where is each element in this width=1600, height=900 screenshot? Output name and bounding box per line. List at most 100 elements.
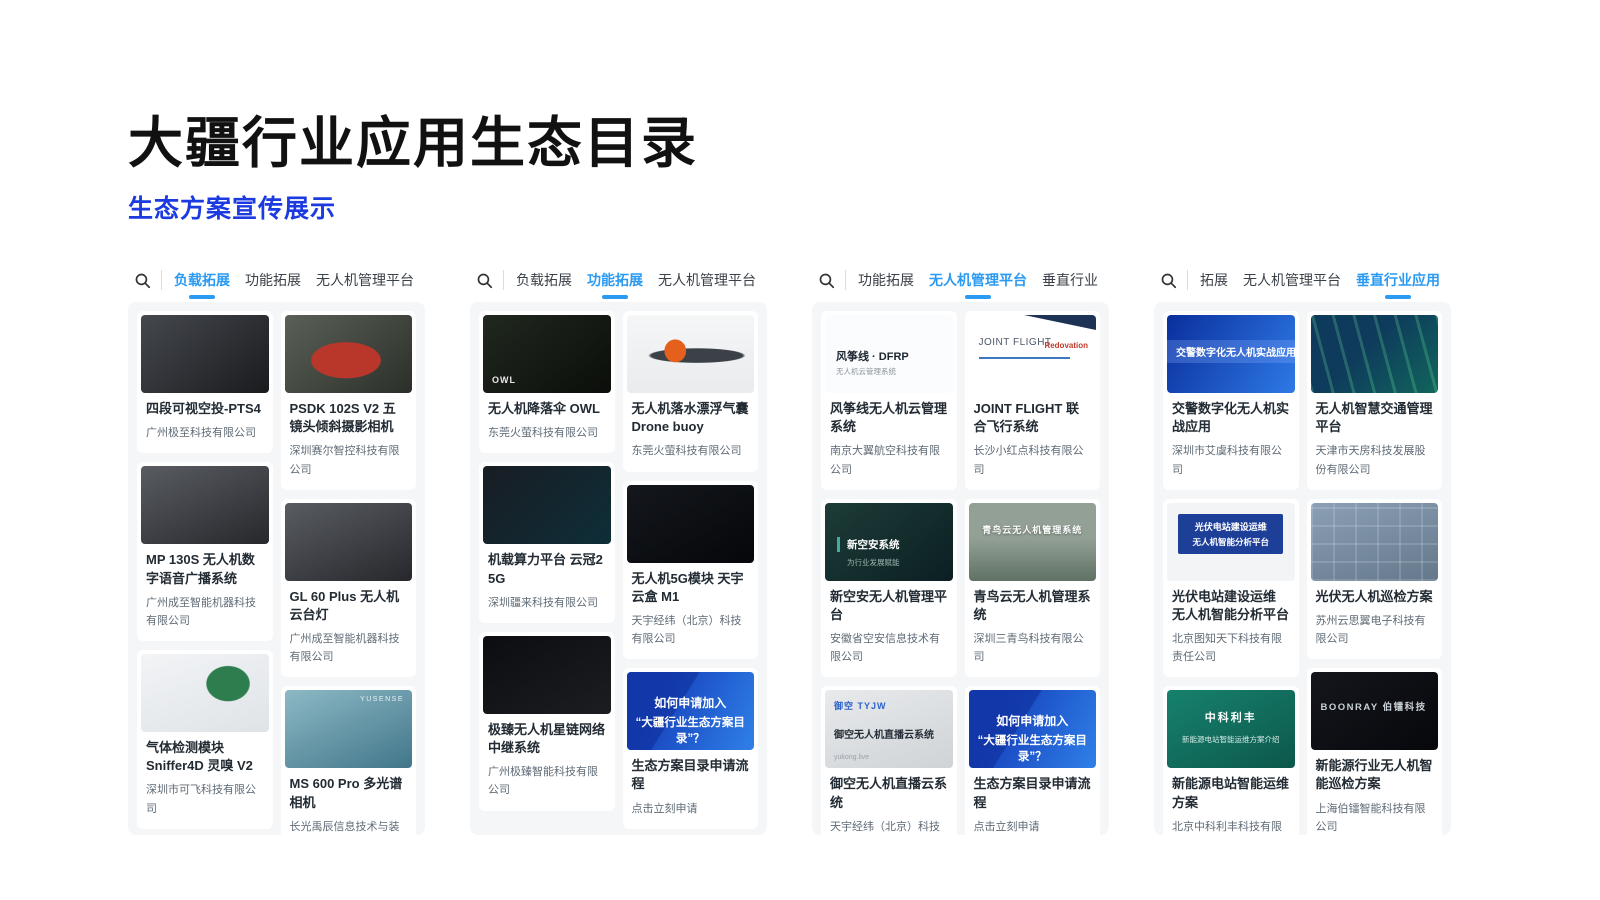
product-image <box>141 466 269 544</box>
image-logo: 中科利丰 <box>1167 709 1295 725</box>
product-title: PSDK 102S V2 五镜头倾斜摄影相机 <box>290 400 408 436</box>
product-card[interactable]: BOONRAY 伯镭科技 新能源行业无人机智能巡检方案 上海伯镭智能科技有限公司 <box>1307 668 1443 835</box>
product-company: 深圳疆来科技有限公司 <box>488 594 606 612</box>
promo-line2: “大疆行业生态方案目录”？ <box>627 714 755 746</box>
product-card[interactable]: GL 60 Plus 无人机云台灯 广州成至智能机器科技有限公司 <box>281 499 417 678</box>
divider <box>845 270 846 290</box>
product-card[interactable]: 光伏电站建设运维 无人机智能分析平台 光伏电站建设运维 无人机智能分析平台 北京… <box>1163 499 1299 678</box>
product-company: 东莞火萤科技有限公司 <box>488 424 606 442</box>
product-image: 交警数字化无人机实战应用 <box>1167 315 1295 393</box>
product-card[interactable]: 无人机智慧交通管理平台 天津市天房科技发展股份有限公司 <box>1307 311 1443 490</box>
product-title: 御空无人机直播云系统 <box>830 775 948 811</box>
product-card[interactable]: 光伏无人机巡检方案 苏州云思翼电子科技有限公司 <box>1307 499 1443 659</box>
image-banner: 光伏电站建设运维 无人机智能分析平台 <box>1178 514 1283 554</box>
tab-payload[interactable]: 负载拓展 <box>174 259 230 301</box>
tab-bar: 负载拓展 功能拓展 无人机管理平台 <box>470 258 767 302</box>
product-company: 广州成至智能机器科技有限公司 <box>146 594 264 630</box>
tab-function[interactable]: 功能拓展 <box>858 259 914 301</box>
product-card[interactable]: 四段可视空投-PTS4 广州极至科技有限公司 <box>137 311 273 453</box>
image-logo: 风筝线 · DFRP <box>836 348 909 364</box>
promo-image: 如何申请加入 “大疆行业生态方案目录”？ <box>969 690 1097 768</box>
product-card[interactable]: 青鸟云无人机管理系统 青鸟云无人机管理系统 深圳三青鸟科技有限公司 <box>965 499 1101 678</box>
image-logo: 御空 TYJW <box>834 699 887 712</box>
image-logo: 新空安系统 <box>837 537 900 552</box>
product-company: 天津市天房科技发展股份有限公司 <box>1316 442 1434 478</box>
product-card[interactable]: PSDK 102S V2 五镜头倾斜摄影相机 深圳赛尔智控科技有限公司 <box>281 311 417 490</box>
product-card[interactable]: 气体检测模块 Sniffer4D 灵嗅 V2 深圳市可飞科技有限公司 <box>137 650 273 829</box>
app-panels: 负载拓展 功能拓展 无人机管理平台 四段可视空投-PTS4 广州极至科技有限公司… <box>128 258 1451 835</box>
tab-function[interactable]: 拓展 <box>1200 259 1228 301</box>
tab-function[interactable]: 功能拓展 <box>245 259 301 301</box>
product-card[interactable]: 风筝线 · DFRP 无人机云管理系统 风筝线无人机云管理系统 南京大翼航空科技… <box>821 311 957 490</box>
tab-vertical[interactable]: 垂直行业应用 <box>1356 259 1440 301</box>
product-card[interactable]: 无人机落水漂浮气囊 Drone buoy 东莞火萤科技有限公司 <box>623 311 759 472</box>
product-company: 南京大翼航空科技有限公司 <box>830 442 948 478</box>
product-card[interactable]: 极臻无人机星链网络中继系统 广州极臻智能科技有限公司 <box>479 632 615 811</box>
banner-line2: 无人机智能分析平台 <box>1181 536 1280 548</box>
product-image <box>483 636 611 714</box>
promo-line1: 如何申请加入 <box>969 712 1097 729</box>
product-company: 东莞火萤科技有限公司 <box>632 442 750 460</box>
product-company: 上海伯镭智能科技有限公司 <box>1316 800 1434 836</box>
image-sublabel: 新能源电站智能运维方案介绍 <box>1167 734 1295 745</box>
card-list: 风筝线 · DFRP 无人机云管理系统 风筝线无人机云管理系统 南京大翼航空科技… <box>812 302 1109 835</box>
tab-management[interactable]: 无人机管理平台 <box>929 259 1027 301</box>
product-card[interactable]: MP 130S 无人机数字语音广播系统 广州成至智能机器科技有限公司 <box>137 462 273 641</box>
product-title: 气体检测模块 Sniffer4D 灵嗅 V2 <box>146 739 264 775</box>
tab-management[interactable]: 无人机管理平台 <box>1243 259 1341 301</box>
product-company: 天宇经纬（北京）科技有限公司 <box>830 818 948 835</box>
product-card[interactable]: 御空 TYJW 御空无人机直播云系统 yukong.live 御空无人机直播云系… <box>821 686 957 835</box>
product-company: 深圳市艾虞科技有限公司 <box>1172 442 1290 478</box>
product-title: 交警数字化无人机实战应用 <box>1172 400 1290 436</box>
product-image: 光伏电站建设运维 无人机智能分析平台 <box>1167 503 1295 581</box>
tab-bar: 拓展 无人机管理平台 垂直行业应用 <box>1154 258 1451 302</box>
tab-payload[interactable]: 负载拓展 <box>516 259 572 301</box>
product-image: 御空 TYJW 御空无人机直播云系统 yukong.live <box>825 690 953 768</box>
image-url-label: yukong.live <box>834 754 869 761</box>
card-list: 四段可视空投-PTS4 广州极至科技有限公司 MP 130S 无人机数字语音广播… <box>128 302 425 835</box>
product-title: 风筝线无人机云管理系统 <box>830 400 948 436</box>
product-title: 机载算力平台 云冠2 5G <box>488 551 606 587</box>
product-card[interactable]: OWL 无人机降落伞 OWL 东莞火萤科技有限公司 <box>479 311 615 453</box>
product-title: 无人机降落伞 OWL <box>488 400 606 418</box>
image-watermark: YUSENSE <box>360 696 404 703</box>
product-image <box>141 654 269 732</box>
tab-function[interactable]: 功能拓展 <box>587 259 643 301</box>
product-image <box>627 315 755 393</box>
product-card[interactable]: JOINT FLIGHT Redovation JOINT FLIGHT 联合飞… <box>965 311 1101 490</box>
promo-card[interactable]: 如何申请加入 “大疆行业生态方案目录”？ 生态方案目录申请流程 点击立刻申请 <box>623 668 759 829</box>
search-icon[interactable] <box>134 272 151 289</box>
product-company: 苏州云思翼电子科技有限公司 <box>1316 612 1434 648</box>
tab-vertical[interactable]: 垂直行业 <box>1042 259 1098 301</box>
promo-title: 生态方案目录申请流程 <box>974 775 1092 811</box>
product-company: 北京图知天下科技有限责任公司 <box>1172 630 1290 666</box>
product-card[interactable]: YUSENSE MS 600 Pro 多光谱相机 长光禹辰信息技术与装备（青岛）… <box>281 686 417 835</box>
search-icon[interactable] <box>476 272 493 289</box>
product-card[interactable]: 无人机5G模块 天宇云盒 M1 天宇经纬（北京）科技有限公司 <box>623 481 759 660</box>
product-card[interactable]: 交警数字化无人机实战应用 交警数字化无人机实战应用 深圳市艾虞科技有限公司 <box>1163 311 1299 490</box>
tab-management[interactable]: 无人机管理平台 <box>658 259 756 301</box>
product-image <box>483 466 611 544</box>
promo-card[interactable]: 如何申请加入 “大疆行业生态方案目录”？ 生态方案目录申请流程 点击立刻申请 <box>965 686 1101 835</box>
page-title: 大疆行业应用生态目录 <box>128 112 698 175</box>
search-icon[interactable] <box>1160 272 1177 289</box>
product-title: MP 130S 无人机数字语音广播系统 <box>146 551 264 587</box>
product-company: 长光禹辰信息技术与装备（青岛）有限公司 <box>290 818 408 835</box>
divider <box>1187 270 1188 290</box>
image-sublabel: 为行业发展赋能 <box>847 557 900 568</box>
search-icon[interactable] <box>818 272 835 289</box>
image-label: 青鸟云无人机管理系统 <box>969 523 1097 536</box>
panel-vertical-industry: 拓展 无人机管理平台 垂直行业应用 交警数字化无人机实战应用 交警数字化无人机实… <box>1154 258 1451 835</box>
promo-image: 如何申请加入 “大疆行业生态方案目录”？ <box>627 672 755 750</box>
product-image: 中科利丰 新能源电站智能运维方案介绍 <box>1167 690 1295 768</box>
product-company: 北京中科利丰科技有限公司 <box>1172 818 1290 835</box>
panel-function-expansion: 负载拓展 功能拓展 无人机管理平台 OWL 无人机降落伞 OWL 东莞火萤科技有… <box>470 258 767 835</box>
product-card[interactable]: 机载算力平台 云冠2 5G 深圳疆来科技有限公司 <box>479 462 615 623</box>
product-title: GL 60 Plus 无人机云台灯 <box>290 588 408 624</box>
product-card[interactable]: 新空安系统 为行业发展赋能 新空安无人机管理平台 安徽省空安信息技术有限公司 <box>821 499 957 678</box>
promo-line2: “大疆行业生态方案目录”？ <box>969 732 1097 764</box>
tab-management[interactable]: 无人机管理平台 <box>316 259 414 301</box>
product-image <box>627 485 755 563</box>
product-card[interactable]: 中科利丰 新能源电站智能运维方案介绍 新能源电站智能运维方案 北京中科利丰科技有… <box>1163 686 1299 835</box>
promo-line1: 如何申请加入 <box>627 694 755 711</box>
